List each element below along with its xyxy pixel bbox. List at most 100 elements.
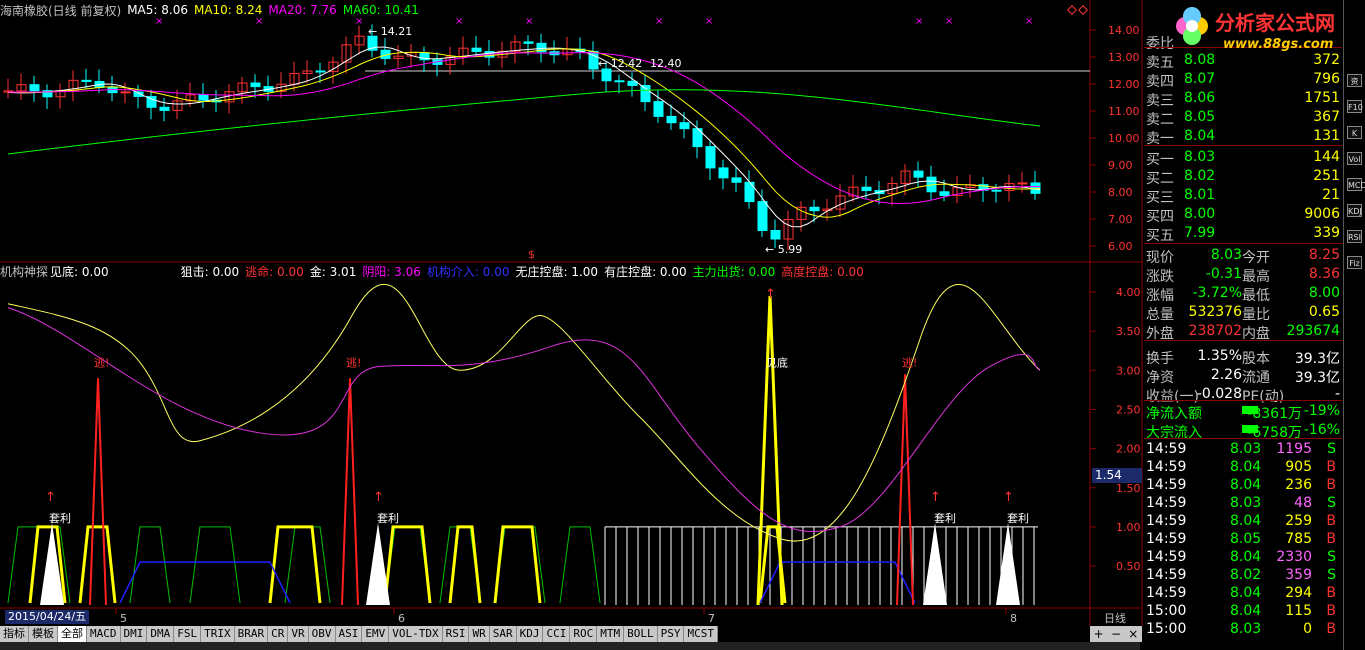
low-price-label: ← 5.99 (765, 243, 802, 256)
tick-row[interactable]: 14:59 8.03 1195 S (1144, 440, 1342, 458)
tab-mtm[interactable]: MTM (597, 626, 625, 642)
tick-row[interactable]: 14:59 8.05 785 B (1144, 530, 1342, 548)
cross-marker: × (705, 16, 713, 27)
side-tool-5-icon[interactable]: KDJ (1347, 204, 1362, 217)
tab-obv[interactable]: OBV (309, 626, 336, 642)
tick-row[interactable]: 14:59 8.04 259 B (1144, 512, 1342, 530)
taoli-label-4: 套利 (1007, 512, 1029, 525)
side-tool-2-icon[interactable]: K (1347, 126, 1362, 139)
tab-psy[interactable]: PSY (658, 626, 685, 642)
price-axis-label: 14.00 (1108, 24, 1140, 37)
side-tool-0-icon[interactable]: 资 (1347, 74, 1362, 87)
blue-trapezoid (119, 561, 291, 604)
logo-url: www.88gs.com (1223, 37, 1333, 52)
side-tool-1-icon[interactable]: F10 (1347, 100, 1363, 113)
quote-value: -0.31 (1205, 266, 1242, 282)
zoom-out-button[interactable]: − (1111, 627, 1121, 641)
side-tool-7-icon[interactable]: Fiz (1347, 256, 1362, 269)
tick-side: B (1326, 621, 1336, 637)
candle-body (29, 84, 40, 92)
tab-模板[interactable]: 模板 (29, 626, 58, 642)
quote-row-6[interactable]: 净资 2.26 流通 39.3亿 (1144, 366, 1342, 386)
tab-emv[interactable]: EMV (362, 626, 390, 642)
sell-level-5[interactable]: 卖五 8.08 372 (1144, 51, 1342, 71)
side-tool-6-icon[interactable]: RSI (1347, 230, 1362, 243)
taoming-value: 逃命: 0.00 (245, 264, 304, 279)
sell-level-4[interactable]: 卖四 8.07 796 (1144, 70, 1342, 90)
candle-body (81, 79, 92, 82)
tick-row[interactable]: 14:59 8.04 2330 S (1144, 548, 1342, 566)
quote-row-2[interactable]: 涨幅 -3.72% 最低 8.00 (1144, 284, 1342, 304)
tab-fsl[interactable]: FSL (174, 626, 202, 642)
tab-sar[interactable]: SAR (490, 626, 517, 642)
quote-row-5[interactable]: 换手 1.35% 股本 39.3亿 (1144, 347, 1342, 367)
tick-row[interactable]: 14:59 8.04 294 B (1144, 584, 1342, 602)
quote-panel: 委比 卖五 8.08 372 卖四 8.07 796 卖三 8.06 1751 卖二 8.05 367 卖… (1144, 0, 1342, 650)
side-tool-3-icon[interactable]: Vol (1347, 152, 1362, 165)
quote-row-0[interactable]: 现价 8.03 今开 8.25 (1144, 246, 1342, 266)
tick-price: 8.04 (1230, 459, 1262, 475)
candle-body (861, 186, 872, 192)
sell-level-1[interactable]: 卖一 8.04 131 (1144, 127, 1342, 147)
quote-row-4[interactable]: 外盘 238702 内盘 293674 (1144, 322, 1342, 342)
tab-kdj[interactable]: KDJ (517, 626, 544, 642)
tick-price: 8.04 (1230, 549, 1262, 565)
sell-price: 8.08 (1184, 52, 1216, 68)
tick-price: 8.05 (1230, 531, 1262, 547)
tab-dmi[interactable]: DMI (121, 626, 148, 642)
quote-value: -3.72% (1192, 285, 1242, 301)
quote-row-3[interactable]: 总量 532376 量比 0.65 (1144, 303, 1342, 323)
white-spike (366, 522, 390, 605)
tab-boll[interactable]: BOLL (624, 626, 658, 642)
tick-volume: 236 (1285, 477, 1312, 493)
ma60-value: MA60: 10.41 (342, 3, 419, 17)
tick-row[interactable]: 14:59 8.04 236 B (1144, 476, 1342, 494)
buy-level-1[interactable]: 买一 8.03 144 (1144, 148, 1342, 168)
tab-rsi[interactable]: RSI (443, 626, 470, 642)
tab-dma[interactable]: DMA (147, 626, 175, 642)
tick-time: 14:59 (1146, 513, 1187, 529)
tick-row[interactable]: 15:00 8.03 0 B (1144, 620, 1342, 638)
panel-separator (1144, 340, 1342, 341)
tab-mcst[interactable]: MCST (684, 626, 718, 642)
tab-全部[interactable]: 全部 (58, 626, 87, 642)
sell-level-3[interactable]: 卖三 8.06 1751 (1144, 89, 1342, 109)
zoom-in-button[interactable]: + (1094, 627, 1104, 641)
yellow-trapezoid (448, 525, 482, 604)
flow-percent: -19% (1303, 403, 1340, 419)
cross-marker: × (945, 16, 953, 27)
quote-row-1[interactable]: 涨跌 -0.31 最高 8.36 (1144, 265, 1342, 285)
tab-cr[interactable]: CR (268, 626, 289, 642)
tick-row[interactable]: 15:00 8.04 115 B (1144, 602, 1342, 620)
tab-vol-tdx[interactable]: VOL-TDX (389, 626, 443, 642)
tick-row[interactable]: 14:59 8.02 359 S (1144, 566, 1342, 584)
tab-cci[interactable]: CCI (543, 626, 571, 642)
tick-row[interactable]: 14:59 8.03 48 S (1144, 494, 1342, 512)
tab-macd[interactable]: MACD (87, 626, 121, 642)
flow-bar (1242, 406, 1258, 414)
tab-asi[interactable]: ASI (336, 626, 363, 642)
cross-marker: × (155, 16, 163, 27)
flow-bar (1242, 425, 1258, 433)
ind-axis-label: 1.50 (1116, 482, 1141, 495)
yellow-trapezoid (268, 525, 322, 604)
ind-axis-label: 0.50 (1116, 560, 1141, 573)
side-tool-4-icon[interactable]: MCD (1347, 178, 1365, 191)
buy-level-2[interactable]: 买二 8.02 251 (1144, 167, 1342, 187)
candle-body (601, 68, 612, 82)
tab-roc[interactable]: ROC (570, 626, 598, 642)
sell-level-2[interactable]: 卖二 8.05 367 (1144, 108, 1342, 128)
buy-level-3[interactable]: 买三 8.01 21 (1144, 186, 1342, 206)
tab-trix[interactable]: TRIX (201, 626, 235, 642)
tab-wr[interactable]: WR (469, 626, 490, 642)
buy-level-4[interactable]: 买四 8.00 9006 (1144, 205, 1342, 225)
tick-price: 8.02 (1230, 567, 1262, 583)
tab-指标[interactable]: 指标 (0, 626, 29, 642)
tab-brar[interactable]: BRAR (235, 626, 269, 642)
close-chart-button[interactable]: × (1128, 627, 1138, 641)
tick-row[interactable]: 14:59 8.04 905 B (1144, 458, 1342, 476)
buy-level-5[interactable]: 买五 7.99 339 (1144, 224, 1342, 244)
tick-side: B (1326, 513, 1336, 529)
tab-vr[interactable]: VR (288, 626, 309, 642)
ind-axis-label: 2.50 (1116, 403, 1141, 416)
